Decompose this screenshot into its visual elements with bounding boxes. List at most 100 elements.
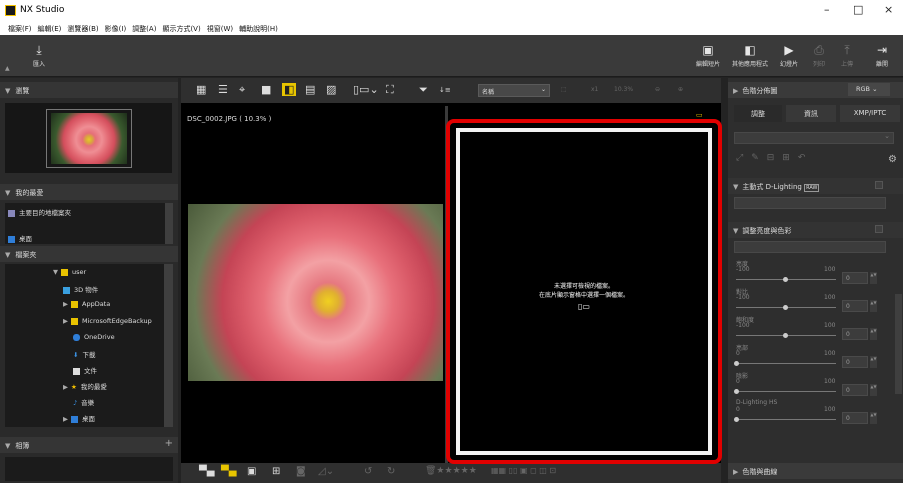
single-view-icon[interactable]: ■ xyxy=(261,83,271,96)
tree-item-desktop[interactable]: ▶ 桌面 xyxy=(63,413,95,423)
compare-left-icon[interactable]: ▀▄ xyxy=(199,466,214,477)
filter-icon[interactable]: ⏷ xyxy=(419,83,428,97)
slider-handle[interactable] xyxy=(783,333,788,338)
slideshow-button[interactable]: ▶ 幻燈片 xyxy=(776,41,802,68)
close-button[interactable]: × xyxy=(884,3,893,16)
active-dlighting-header[interactable]: ▼ 主動式 D-Lighting RAW xyxy=(728,178,903,194)
slider-handle[interactable] xyxy=(783,277,788,282)
menu-file[interactable]: 檔案(F) xyxy=(8,24,32,34)
menu-view[interactable]: 顯示方式(V) xyxy=(162,24,200,34)
picture-control-select[interactable] xyxy=(734,241,886,253)
slider-value[interactable]: 0 xyxy=(842,384,868,396)
slider-value[interactable]: 0 xyxy=(842,356,868,368)
folder-scrollbar[interactable] xyxy=(164,264,173,427)
sort-select[interactable]: 名稱 ⌄ xyxy=(478,84,550,97)
favorites-header[interactable]: ▼ 我的最愛 xyxy=(0,184,178,200)
minimize-button[interactable]: – xyxy=(824,3,830,16)
active-dlighting-checkbox[interactable] xyxy=(875,181,883,189)
actual-size-button[interactable]: x1 xyxy=(591,86,598,93)
menu-help[interactable]: 輔助說明(H) xyxy=(239,24,278,34)
tree-item-documents[interactable]: 文件 xyxy=(73,365,97,375)
brightness-color-checkbox[interactable] xyxy=(875,225,883,233)
preview-frame[interactable] xyxy=(46,109,132,168)
map-view-icon[interactable]: ⌖ xyxy=(239,83,245,97)
tab-info[interactable]: 資訊 xyxy=(786,105,836,122)
grid-icon[interactable]: ⊞ xyxy=(272,466,280,477)
slider-handle[interactable] xyxy=(734,417,739,422)
fav-item-destination[interactable]: 主要目的地檔案夾 xyxy=(8,207,71,217)
fav-item-desktop[interactable]: 桌面 xyxy=(8,233,32,243)
rating-stars-icon[interactable]: 🗑★★★★★ xyxy=(425,466,477,476)
rotate-left-icon[interactable]: ↺ xyxy=(364,466,372,477)
add-album-icon[interactable]: + xyxy=(165,438,173,449)
collapse-arrow-icon[interactable]: ▲ xyxy=(5,65,10,72)
tree-item-3d[interactable]: 3D 物件 xyxy=(63,284,98,294)
fit-screen-icon[interactable]: ⛶ xyxy=(386,83,394,97)
right-image-pane[interactable]: 未選擇可檢視的檔案。 在底片顯示窗格中選擇一個檔案。 ▯▭ xyxy=(456,128,712,455)
info-icon[interactable]: ◙ xyxy=(296,466,306,477)
tree-item-onedrive[interactable]: OneDrive xyxy=(73,333,115,341)
full-view-icon[interactable]: ▨ xyxy=(326,83,336,96)
flower-photo[interactable] xyxy=(188,204,443,381)
rotate-right-icon[interactable]: ↻ xyxy=(387,466,395,477)
slider-value[interactable]: 0 xyxy=(842,412,868,424)
tone-curve-header[interactable]: ▶ 色階與曲線 xyxy=(728,463,903,479)
histogram-icon[interactable]: ◿⌄ xyxy=(318,466,334,477)
slider-handle[interactable] xyxy=(734,389,739,394)
tree-item-appdata[interactable]: ▶ AppData xyxy=(63,300,110,308)
right-scrollbar[interactable] xyxy=(895,294,902,394)
print-button[interactable]: ⎙ 列印 xyxy=(808,41,830,68)
edit-video-button[interactable]: ▣ 編輯短片 xyxy=(694,41,722,68)
edit-tools[interactable]: ⤢✎⊟⊞↶ xyxy=(736,153,813,163)
grid-view-icon[interactable]: ▦ xyxy=(196,83,206,96)
slider-track[interactable] xyxy=(736,363,836,364)
menu-image[interactable]: 影像(I) xyxy=(105,24,127,34)
menu-window[interactable]: 視窗(W) xyxy=(207,24,233,34)
preset-select[interactable]: ⌄ xyxy=(734,132,894,144)
tab-adjust[interactable]: 調整 xyxy=(734,105,782,122)
tab-xmp[interactable]: XMP/IPTC xyxy=(840,105,900,122)
channel-select[interactable]: RGB ⌄ xyxy=(848,83,890,96)
compare-right-icon[interactable]: ▀▄ xyxy=(221,466,236,477)
favorites-scrollbar[interactable] xyxy=(165,203,173,244)
filmstrip-view-icon[interactable]: ▤ xyxy=(305,83,315,96)
exit-button[interactable]: ⇥ 離開 xyxy=(870,41,894,68)
slider-value[interactable]: 0 xyxy=(842,272,868,284)
label-icons[interactable]: ▦▦ ▯▯ ▣ ◻ ◫ ⊡ xyxy=(491,466,556,475)
slider-track[interactable] xyxy=(736,419,836,420)
stepper-icon[interactable]: ▲▼ xyxy=(870,300,877,312)
slider-handle[interactable] xyxy=(734,361,739,366)
other-apps-button[interactable]: ◧ 其他應用程式 xyxy=(728,41,772,68)
frame-icon[interactable]: ▣ xyxy=(247,466,256,477)
browse-header[interactable]: ▼ 瀏覽 xyxy=(0,82,178,98)
dlighting-select[interactable] xyxy=(734,197,886,209)
tree-item-favorites[interactable]: ▶ ★ 我的最愛 xyxy=(63,381,107,391)
zoom-out-icon[interactable]: ⊖ xyxy=(655,86,660,93)
stepper-icon[interactable]: ▲▼ xyxy=(870,384,877,396)
brightness-color-header[interactable]: ▼ 調整亮度與色彩 xyxy=(728,222,903,238)
zoom-in-icon[interactable]: ⊕ xyxy=(678,86,683,93)
slider-value[interactable]: 0 xyxy=(842,328,868,340)
menu-browser[interactable]: 瀏覽器(B) xyxy=(67,24,98,34)
slider-track[interactable] xyxy=(736,391,836,392)
slider-handle[interactable] xyxy=(783,305,788,310)
stepper-icon[interactable]: ▲▼ xyxy=(870,356,877,368)
albums-header[interactable]: ▼ 相簿 + xyxy=(0,437,178,453)
tree-item-music[interactable]: ♪ 音樂 xyxy=(73,397,94,407)
tree-item-downloads[interactable]: ⬇ 下載 xyxy=(73,349,95,359)
fit-zoom-icon[interactable]: ⬚ xyxy=(561,86,567,93)
upload-button[interactable]: ⤒ 上傳 xyxy=(836,41,858,68)
tree-item-edgebackup[interactable]: ▶ MicrosoftEdgeBackup xyxy=(63,317,152,325)
tree-item-user[interactable]: ▼ user xyxy=(53,268,86,276)
gear-icon[interactable]: ⚙ xyxy=(888,154,897,165)
menu-adjust[interactable]: 調整(A) xyxy=(132,24,156,34)
stepper-icon[interactable]: ▲▼ xyxy=(870,272,877,284)
menu-edit[interactable]: 編輯(E) xyxy=(38,24,62,34)
histogram-header[interactable]: ▶ 色階分佈圖 RGB ⌄ xyxy=(728,82,903,98)
compare-view-icon[interactable]: ◧ xyxy=(282,83,297,96)
maximize-button[interactable]: □ xyxy=(853,3,863,16)
list-view-icon[interactable]: ☰ xyxy=(218,83,228,96)
folders-header[interactable]: ▼ 檔案夾 xyxy=(0,246,178,262)
slider-value[interactable]: 0 xyxy=(842,300,868,312)
layout-dropdown-icon[interactable]: ▯▭⌄ xyxy=(353,83,379,96)
